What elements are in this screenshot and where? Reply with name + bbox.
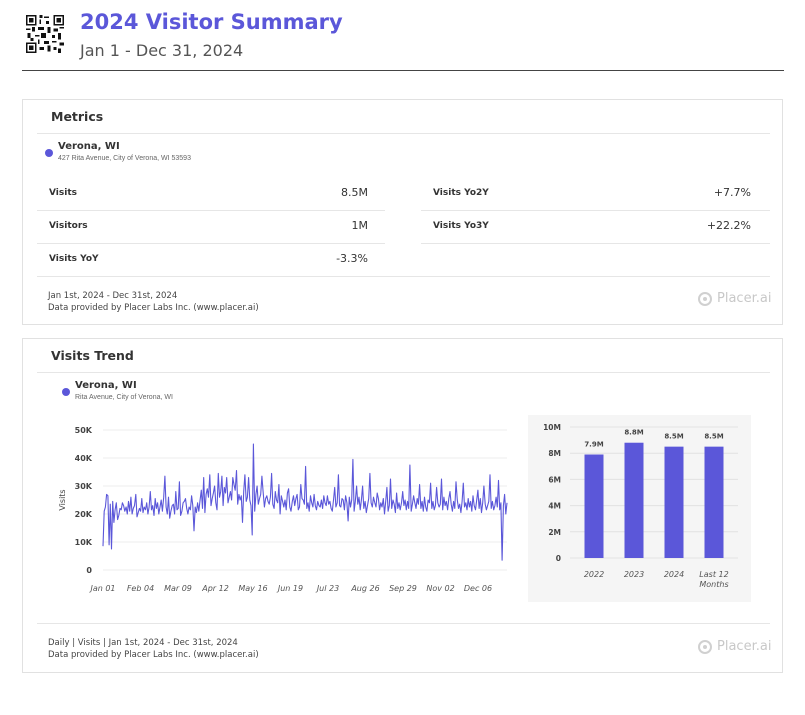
metric-value-visits-yo3y: +22.2%: [706, 219, 751, 232]
trend-footer-source: Data provided by Placer Labs Inc. (www.p…: [48, 650, 259, 660]
bar-2024: [664, 446, 684, 558]
y-tick-label: 20K: [75, 510, 93, 519]
placer-logo: Placer.ai: [698, 291, 771, 306]
x-tick-label: Sep 29: [389, 584, 417, 593]
divider: [37, 133, 770, 134]
x-tick-label: Dec 06: [464, 584, 492, 593]
x-tick-label: Mar 09: [164, 584, 192, 593]
metric-label-visits-yoy: Visits YoY: [49, 254, 99, 264]
divider: [37, 623, 770, 624]
bar-value-label: 8.8M: [624, 429, 643, 437]
x-tick-label: Jun 19: [276, 584, 303, 593]
y-tick-label: 10K: [75, 538, 93, 547]
bar-value-label: 8.5M: [664, 433, 683, 441]
divider: [37, 210, 385, 211]
divider: [421, 210, 770, 211]
y-tick-label: 2M: [548, 528, 561, 537]
bar-value-label: 7.9M: [584, 441, 603, 449]
metric-label-visitors: Visitors: [49, 221, 88, 231]
metric-label-visits: Visits: [49, 188, 77, 198]
divider: [37, 372, 770, 373]
visits-series-line: [102, 443, 508, 561]
x-tick-label: Feb 04: [127, 584, 154, 593]
daily-visits-line-chart: 0 10K 20K 30K 40K 50K Visits Jan 01 Feb 04 Mar 09…: [58, 426, 508, 593]
x-tick-label: 2023: [624, 570, 644, 579]
qr-code-icon: [26, 15, 64, 53]
y-tick-label: 0: [556, 554, 561, 563]
metrics-card: Metrics Verona, WI 427 Rita Avenue, City…: [22, 99, 783, 325]
trend-location-name: Verona, WI: [75, 380, 137, 391]
y-tick-label: 6M: [548, 475, 561, 484]
metric-value-visits: 8.5M: [341, 186, 368, 199]
x-tick-label: Last 12: [699, 570, 728, 579]
trend-location-address: Rita Avenue, City of Verona, WI: [75, 394, 173, 401]
y-axis-label: Visits: [58, 489, 67, 510]
metric-value-visits-yoy: -3.3%: [336, 252, 368, 265]
placer-pin-icon: [698, 639, 712, 654]
metrics-footer: Jan 1st, 2024 - Dec 31st, 2024 Data prov…: [48, 290, 259, 314]
header-divider: [22, 70, 784, 71]
y-tick-label: 8M: [548, 449, 561, 458]
divider: [37, 243, 385, 244]
location-marker-icon: [45, 149, 53, 157]
placer-brand-text: Placer.ai: [717, 291, 772, 306]
placer-pin-icon: [698, 291, 712, 306]
trend-footer-dates: Daily | Visits | Jan 1st, 2024 - Dec 31s…: [48, 638, 238, 648]
x-tick-label: 2022: [584, 570, 604, 579]
x-tick-label: Nov 02: [426, 584, 454, 593]
page-title: 2024 Visitor Summary: [80, 10, 343, 34]
x-tick-label: Jul 23: [315, 584, 339, 593]
location-address: 427 Rita Avenue, City of Verona, WI 5359…: [58, 155, 191, 162]
bar-value-label: 8.5M: [704, 433, 723, 441]
y-tick-label: 0: [86, 566, 92, 575]
metrics-footer-dates: Jan 1st, 2024 - Dec 31st, 2024: [48, 291, 178, 301]
date-range: Jan 1 - Dec 31, 2024: [80, 41, 244, 60]
x-tick-label: May 16: [238, 584, 267, 593]
x-tick-label: Months: [699, 580, 728, 589]
metric-label-visits-yo2y: Visits Yo2Y: [433, 188, 489, 198]
x-tick-label: Apr 12: [201, 584, 229, 593]
x-tick-label: 2024: [664, 570, 684, 579]
divider: [37, 276, 770, 277]
metric-value-visits-yo2y: +7.7%: [713, 186, 751, 199]
metric-value-visitors: 1M: [351, 219, 369, 232]
metrics-card-title: Metrics: [51, 109, 104, 124]
x-tick-label: Aug 26: [350, 584, 379, 593]
y-tick-label: 30K: [75, 482, 93, 491]
location-marker-icon: [62, 388, 70, 396]
y-tick-label: 50K: [75, 426, 93, 435]
bar-2022: [584, 454, 604, 558]
y-tick-label: 4M: [548, 502, 561, 511]
y-tick-label: 40K: [75, 454, 93, 463]
divider: [421, 243, 770, 244]
trend-footer: Daily | Visits | Jan 1st, 2024 - Dec 31s…: [48, 637, 259, 661]
x-tick-label: Jan 01: [88, 584, 115, 593]
yearly-visits-bar-chart: 0 2M 4M 6M 8M 10M 7.9M 8.8M 8.5M 8.5M 2022 2023 2024…: [543, 423, 738, 589]
metrics-footer-source: Data provided by Placer Labs Inc. (www.p…: [48, 303, 259, 313]
bar-2023: [624, 442, 644, 558]
placer-logo: Placer.ai: [698, 639, 771, 654]
y-tick-label: 10M: [543, 423, 561, 432]
bar-last-12-months: [704, 446, 724, 558]
visits-trend-title: Visits Trend: [51, 348, 134, 363]
location-name: Verona, WI: [58, 141, 120, 152]
metric-label-visits-yo3y: Visits Yo3Y: [433, 221, 489, 231]
placer-brand-text: Placer.ai: [717, 639, 772, 654]
